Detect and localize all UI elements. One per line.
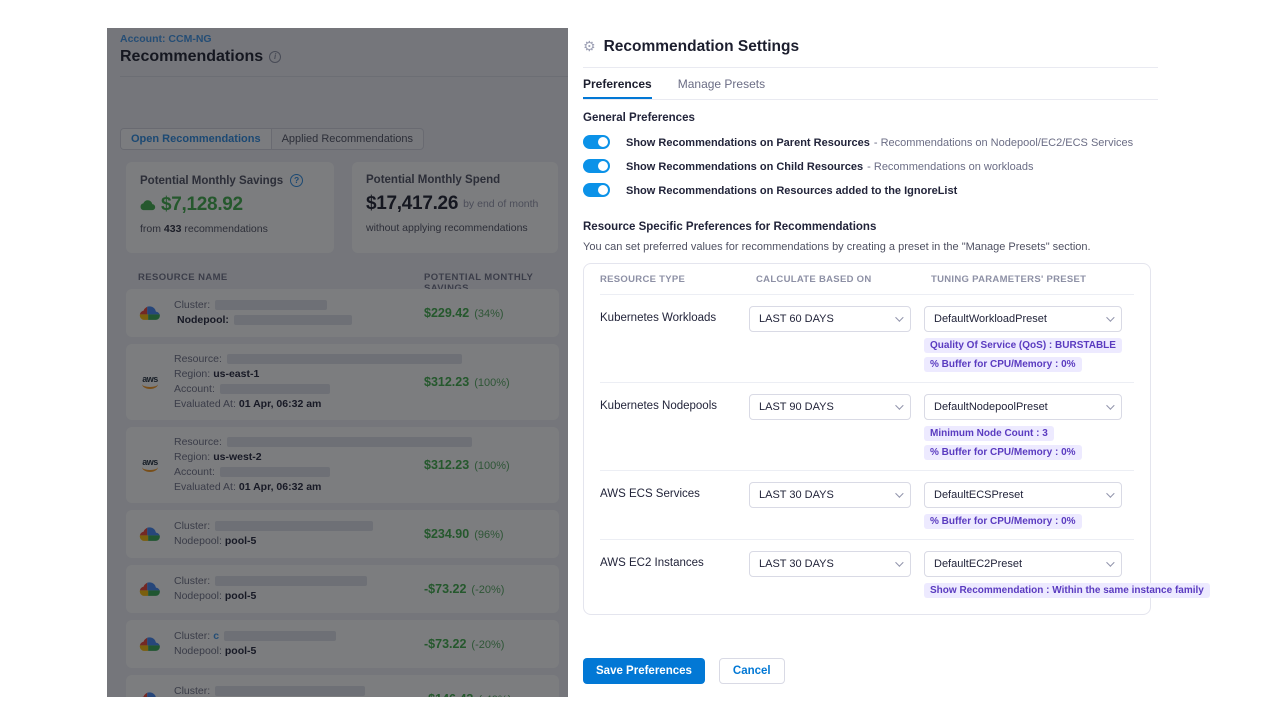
chevron-down-icon xyxy=(1106,401,1114,409)
preset-badge: % Buffer for CPU/Memory : 0% xyxy=(924,445,1082,460)
tuning-preset-select[interactable]: DefaultEC2Preset xyxy=(924,551,1122,577)
preference-row-aws-ec2-instances: AWS EC2 Instances LAST 30 DAYS DefaultEC… xyxy=(600,540,1134,614)
tab-manage-presets[interactable]: Manage Presets xyxy=(678,77,765,99)
toggle-row-child-resources: Show Recommendations on Child Resources-… xyxy=(583,158,1158,173)
toggle-ignorelist-switch[interactable] xyxy=(583,183,610,197)
gear-icon: ⚙ xyxy=(583,40,596,54)
chevron-down-icon xyxy=(895,313,903,321)
preset-badge: Quality Of Service (QoS) : BURSTABLE xyxy=(924,338,1122,353)
chevron-down-icon xyxy=(895,401,903,409)
tuning-preset-select[interactable]: DefaultWorkloadPreset xyxy=(924,306,1122,332)
preset-badge: Show Recommendation : Within the same in… xyxy=(924,583,1210,598)
recommendation-settings-drawer: ⚙ Recommendation Settings Preferences Ma… xyxy=(583,36,1158,720)
tuning-preset-select[interactable]: DefaultECSPreset xyxy=(924,482,1122,508)
toggle-label: Show Recommendations on Parent Resources xyxy=(626,137,870,149)
chevron-down-icon xyxy=(895,489,903,497)
preference-row-aws-ecs-services: AWS ECS Services LAST 30 DAYS DefaultECS… xyxy=(600,471,1134,540)
save-preferences-button[interactable]: Save Preferences xyxy=(583,658,705,684)
toggle-label: Show Recommendations on Child Resources xyxy=(626,161,863,173)
toggle-description: - Recommendations on Nodepool/EC2/ECS Se… xyxy=(874,137,1133,149)
preference-row-kubernetes-nodepools: Kubernetes Nodepools LAST 90 DAYS Defaul… xyxy=(600,383,1134,471)
toggle-label: Show Recommendations on Resources added … xyxy=(626,185,957,197)
settings-tabs: Preferences Manage Presets xyxy=(583,68,1158,100)
calculate-based-on-select[interactable]: LAST 30 DAYS xyxy=(749,551,911,577)
column-tuning-preset: TUNING PARAMETERS' PRESET xyxy=(924,274,1134,285)
calculate-based-on-select[interactable]: LAST 30 DAYS xyxy=(749,482,911,508)
resource-type-label: Kubernetes Nodepools xyxy=(600,394,749,412)
resource-type-label: AWS ECS Services xyxy=(600,482,749,500)
resource-preferences-table: RESOURCE TYPE CALCULATE BASED ON TUNING … xyxy=(583,263,1151,615)
resource-preferences-heading: Resource Specific Preferences for Recomm… xyxy=(583,221,1158,233)
calculate-based-on-select[interactable]: LAST 60 DAYS xyxy=(749,306,911,332)
column-resource-type: RESOURCE TYPE xyxy=(600,274,749,285)
general-preferences-heading: General Preferences xyxy=(583,112,1158,124)
resource-type-label: AWS EC2 Instances xyxy=(600,551,749,569)
chevron-down-icon xyxy=(1106,558,1114,566)
recommendations-page: Account: CCM-NG Recommendations i Open R… xyxy=(107,28,568,697)
preference-row-kubernetes-workloads: Kubernetes Workloads LAST 60 DAYS Defaul… xyxy=(600,295,1134,383)
resource-preferences-description: You can set preferred values for recomme… xyxy=(583,241,1158,253)
toggle-description: - Recommendations on workloads xyxy=(867,161,1033,173)
resource-type-label: Kubernetes Workloads xyxy=(600,306,749,324)
column-calculate-based-on: CALCULATE BASED ON xyxy=(749,274,924,285)
modal-backdrop[interactable] xyxy=(107,28,568,697)
chevron-down-icon xyxy=(1106,489,1114,497)
calculate-based-on-select[interactable]: LAST 90 DAYS xyxy=(749,394,911,420)
toggle-parent-resources-switch[interactable] xyxy=(583,135,610,149)
settings-title: Recommendation Settings xyxy=(604,38,800,56)
toggle-child-resources-switch[interactable] xyxy=(583,159,610,173)
toggle-row-ignorelist: Show Recommendations on Resources added … xyxy=(583,182,1158,197)
preset-badge: % Buffer for CPU/Memory : 0% xyxy=(924,514,1082,529)
chevron-down-icon xyxy=(895,558,903,566)
chevron-down-icon xyxy=(1106,313,1114,321)
preset-badge: Minimum Node Count : 3 xyxy=(924,426,1054,441)
toggle-row-parent-resources: Show Recommendations on Parent Resources… xyxy=(583,134,1158,149)
cancel-button[interactable]: Cancel xyxy=(719,658,785,684)
tuning-preset-select[interactable]: DefaultNodepoolPreset xyxy=(924,394,1122,420)
preset-badge: % Buffer for CPU/Memory : 0% xyxy=(924,357,1082,372)
tab-preferences[interactable]: Preferences xyxy=(583,77,652,99)
